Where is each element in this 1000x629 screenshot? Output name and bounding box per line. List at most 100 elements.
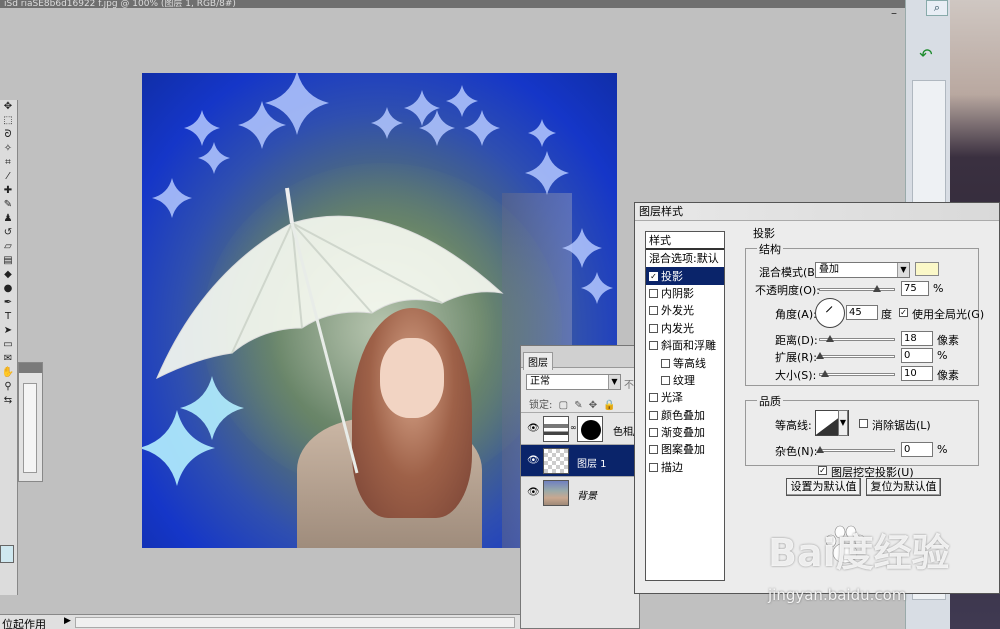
style-checkbox[interactable] bbox=[661, 358, 670, 368]
brush-icon[interactable]: ✎ bbox=[0, 198, 16, 212]
style-item[interactable]: 渐变叠加 bbox=[646, 424, 724, 441]
style-checkbox[interactable] bbox=[649, 306, 658, 316]
distance-slider-knob[interactable] bbox=[826, 335, 834, 342]
blur-icon[interactable]: ◆ bbox=[0, 268, 16, 282]
shape-icon[interactable]: ▭ bbox=[0, 338, 16, 352]
distance-slider[interactable] bbox=[819, 335, 895, 342]
antialias-checkbox[interactable] bbox=[859, 419, 868, 428]
move-icon[interactable]: ✥ bbox=[0, 100, 16, 114]
size-slider[interactable] bbox=[819, 370, 895, 377]
style-item[interactable]: 图案叠加 bbox=[646, 441, 724, 458]
horizontal-scrollbar[interactable] bbox=[75, 617, 515, 628]
stamp-icon[interactable]: ♟ bbox=[0, 212, 16, 226]
mask-thumbnail[interactable] bbox=[577, 416, 603, 442]
styles-header[interactable]: 样式 bbox=[646, 232, 724, 250]
zoom-icon[interactable]: ⚲ bbox=[0, 380, 16, 394]
style-checkbox[interactable] bbox=[649, 341, 658, 351]
angle-dial[interactable] bbox=[815, 298, 845, 328]
make-default-button[interactable]: 设置为默认值 bbox=[786, 478, 861, 496]
noise-input[interactable]: 0 bbox=[901, 442, 933, 457]
lock-position-icon[interactable]: ✥ bbox=[589, 400, 597, 411]
crop-icon[interactable]: ⌗ bbox=[0, 156, 16, 170]
size-slider-knob[interactable] bbox=[821, 370, 829, 377]
style-checkbox[interactable] bbox=[649, 445, 658, 455]
type-icon[interactable]: T bbox=[0, 310, 16, 324]
style-item[interactable]: 光泽 bbox=[646, 389, 724, 406]
noise-slider-knob[interactable] bbox=[816, 446, 824, 453]
style-checkbox[interactable] bbox=[661, 375, 670, 385]
opacity-slider[interactable] bbox=[819, 285, 895, 292]
mini-panel-header[interactable] bbox=[19, 363, 42, 373]
marquee-icon[interactable]: ⬚ bbox=[0, 114, 16, 128]
spread-input[interactable]: 0 bbox=[901, 348, 933, 363]
layer-blend-mode-select[interactable]: 正常 ▼ bbox=[526, 374, 621, 390]
chevron-down-icon[interactable]: ▼ bbox=[838, 410, 848, 436]
layer-row-background[interactable]: 👁 背景 bbox=[521, 476, 639, 508]
search-icon[interactable]: ⌕ bbox=[926, 0, 948, 16]
style-item[interactable]: 内发光 bbox=[646, 320, 724, 337]
style-checkbox[interactable] bbox=[649, 410, 658, 420]
layer-row-adjustment[interactable]: 👁 ∞ 色相/ bbox=[521, 412, 639, 444]
style-item[interactable]: 描边 bbox=[646, 459, 724, 476]
chevron-down-icon[interactable]: ▼ bbox=[608, 375, 620, 389]
status-menu-arrow-icon[interactable]: ▶ bbox=[64, 616, 71, 626]
eraser-icon[interactable]: ▱ bbox=[0, 240, 16, 254]
style-item[interactable]: 斜面和浮雕 bbox=[646, 337, 724, 354]
lasso-icon[interactable]: ᘐ bbox=[0, 128, 16, 142]
lock-transparency-icon[interactable]: ▢ bbox=[559, 400, 568, 411]
mini-panel-scrollbar[interactable] bbox=[23, 383, 37, 473]
style-item[interactable]: 内阴影 bbox=[646, 285, 724, 302]
style-item[interactable]: 纹理 bbox=[646, 372, 724, 389]
link-icon[interactable]: ∞ bbox=[570, 423, 577, 432]
spread-slider[interactable] bbox=[816, 352, 895, 359]
notes-icon[interactable]: ✉ bbox=[0, 352, 16, 366]
history-brush-icon[interactable]: ↺ bbox=[0, 226, 16, 240]
style-item-label: 描边 bbox=[661, 460, 683, 474]
default-colors-icon[interactable]: ⇆ bbox=[0, 394, 16, 408]
style-checkbox[interactable] bbox=[649, 393, 658, 403]
style-checkbox[interactable] bbox=[649, 462, 658, 472]
pen-icon[interactable]: ✒ bbox=[0, 296, 16, 310]
eye-icon[interactable]: 👁 bbox=[527, 423, 540, 434]
style-item[interactable]: 颜色叠加 bbox=[646, 407, 724, 424]
reset-default-button[interactable]: 复位为默认值 bbox=[866, 478, 941, 496]
minimize-icon[interactable]: – bbox=[886, 7, 902, 20]
foreground-color-swatch[interactable] bbox=[0, 545, 14, 563]
path-select-icon[interactable]: ➤ bbox=[0, 324, 16, 338]
dialog-title[interactable]: 图层样式 bbox=[635, 203, 999, 221]
style-checkbox[interactable]: ✓ bbox=[649, 271, 658, 281]
opacity-input[interactable]: 75 bbox=[901, 281, 929, 296]
dodge-icon[interactable]: ● bbox=[0, 282, 16, 296]
style-checkbox[interactable] bbox=[649, 288, 658, 298]
layer-row-layer1[interactable]: 👁 图层 1 bbox=[521, 444, 639, 476]
status-text: 位起作用 bbox=[2, 618, 46, 629]
gradient-icon[interactable]: ▤ bbox=[0, 254, 16, 268]
spread-slider-knob[interactable] bbox=[816, 352, 824, 359]
size-input[interactable]: 10 bbox=[901, 366, 933, 381]
lock-image-icon[interactable]: ✎ bbox=[574, 400, 582, 411]
shadow-color-swatch[interactable] bbox=[915, 262, 939, 276]
back-arrow-icon[interactable]: ↶ bbox=[910, 45, 942, 65]
chevron-down-icon[interactable]: ▼ bbox=[897, 263, 909, 277]
noise-slider[interactable] bbox=[816, 446, 895, 453]
lock-all-icon[interactable]: 🔒 bbox=[603, 400, 615, 411]
style-checkbox[interactable] bbox=[649, 428, 658, 438]
wand-icon[interactable]: ✧ bbox=[0, 142, 16, 156]
eye-icon[interactable]: 👁 bbox=[527, 487, 540, 498]
blend-mode-select[interactable]: 叠加 ▼ bbox=[815, 262, 910, 278]
style-item[interactable]: 外发光 bbox=[646, 302, 724, 319]
knockout-checkbox[interactable]: ✓ bbox=[818, 466, 827, 475]
healing-icon[interactable]: ✚ bbox=[0, 184, 16, 198]
opacity-slider-knob[interactable] bbox=[873, 285, 881, 292]
hand-icon[interactable]: ✋ bbox=[0, 366, 16, 380]
style-item[interactable]: ✓ 投影 bbox=[646, 267, 724, 285]
tab-layers[interactable]: 图层 bbox=[523, 352, 553, 370]
eye-icon[interactable]: 👁 bbox=[527, 455, 540, 466]
distance-input[interactable]: 18 bbox=[901, 331, 933, 346]
style-item[interactable]: 等高线 bbox=[646, 354, 724, 371]
eyedropper-icon[interactable]: ⁄ bbox=[0, 170, 16, 184]
style-checkbox[interactable] bbox=[649, 323, 658, 333]
global-light-checkbox[interactable]: ✓ bbox=[899, 308, 908, 317]
angle-input[interactable]: 45 bbox=[846, 305, 878, 320]
style-item[interactable]: 混合选项:默认 bbox=[646, 250, 724, 267]
